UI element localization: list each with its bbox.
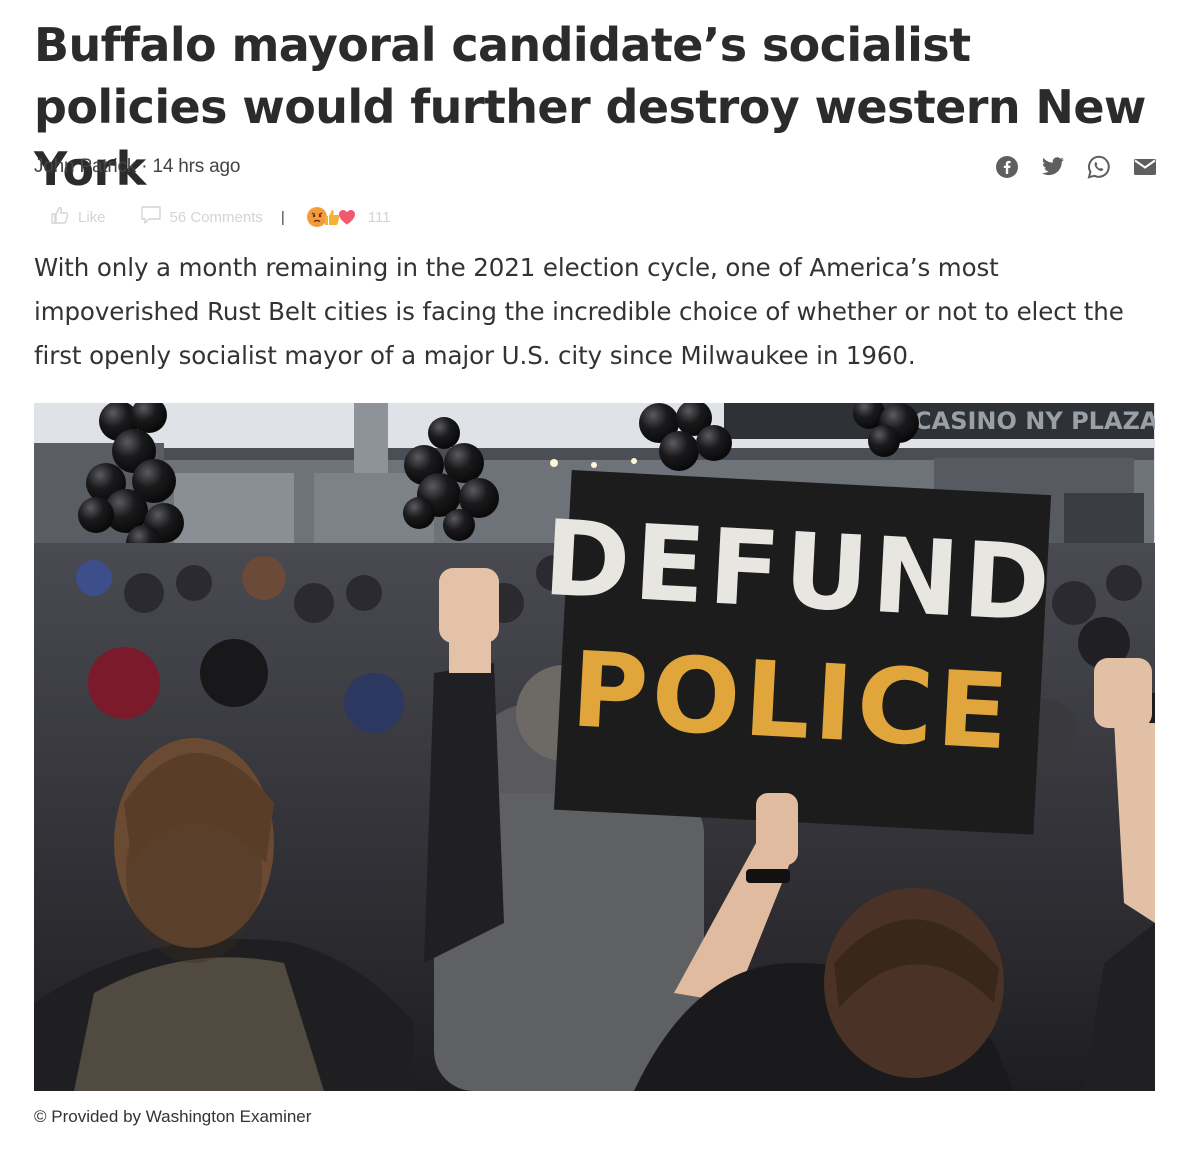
wristwatch (746, 869, 790, 883)
comments-button[interactable]: 56 Comments (140, 205, 263, 229)
reactions-summary[interactable]: 111 (306, 207, 391, 227)
byline-separator: · (136, 156, 153, 177)
author-name[interactable]: John Patrick (34, 156, 136, 177)
engagement-divider: | (280, 208, 285, 226)
building-sign-text: CASINO NY PLAZA (914, 407, 1155, 435)
comments-label: 56 Comments (169, 208, 263, 226)
protest-scene-illustration: CASINO NY PLAZA DEFUND POLICE (34, 403, 1155, 1091)
like-label: Like (78, 208, 106, 226)
byline: John Patrick · 14 hrs ago (34, 156, 240, 178)
comment-icon (140, 205, 162, 229)
raised-arm-left (424, 663, 504, 963)
protest-sign: DEFUND POLICE (541, 470, 1057, 835)
byline-row: John Patrick · 14 hrs ago (34, 154, 1158, 184)
share-bar (994, 154, 1158, 180)
photo-caption: © Provided by Washington Examiner (34, 1107, 312, 1126)
engagement-bar: Like 56 Comments | 111 (50, 204, 391, 230)
like-button[interactable]: Like (50, 205, 106, 229)
sign-line-police: POLICE (569, 628, 1016, 773)
raised-fist (439, 568, 499, 643)
email-icon[interactable] (1132, 154, 1158, 180)
article-lede: With only a month remaining in the 2021 … (34, 253, 1124, 370)
reaction-count: 111 (367, 208, 391, 226)
publish-time: 14 hrs ago (152, 156, 241, 177)
twitter-icon[interactable] (1040, 154, 1066, 180)
whatsapp-icon[interactable] (1086, 154, 1112, 180)
facebook-icon[interactable] (994, 154, 1020, 180)
heart-reaction-icon (337, 207, 357, 227)
article-photo[interactable]: CASINO NY PLAZA DEFUND POLICE (34, 403, 1155, 1091)
thumbs-up-icon (50, 205, 70, 229)
